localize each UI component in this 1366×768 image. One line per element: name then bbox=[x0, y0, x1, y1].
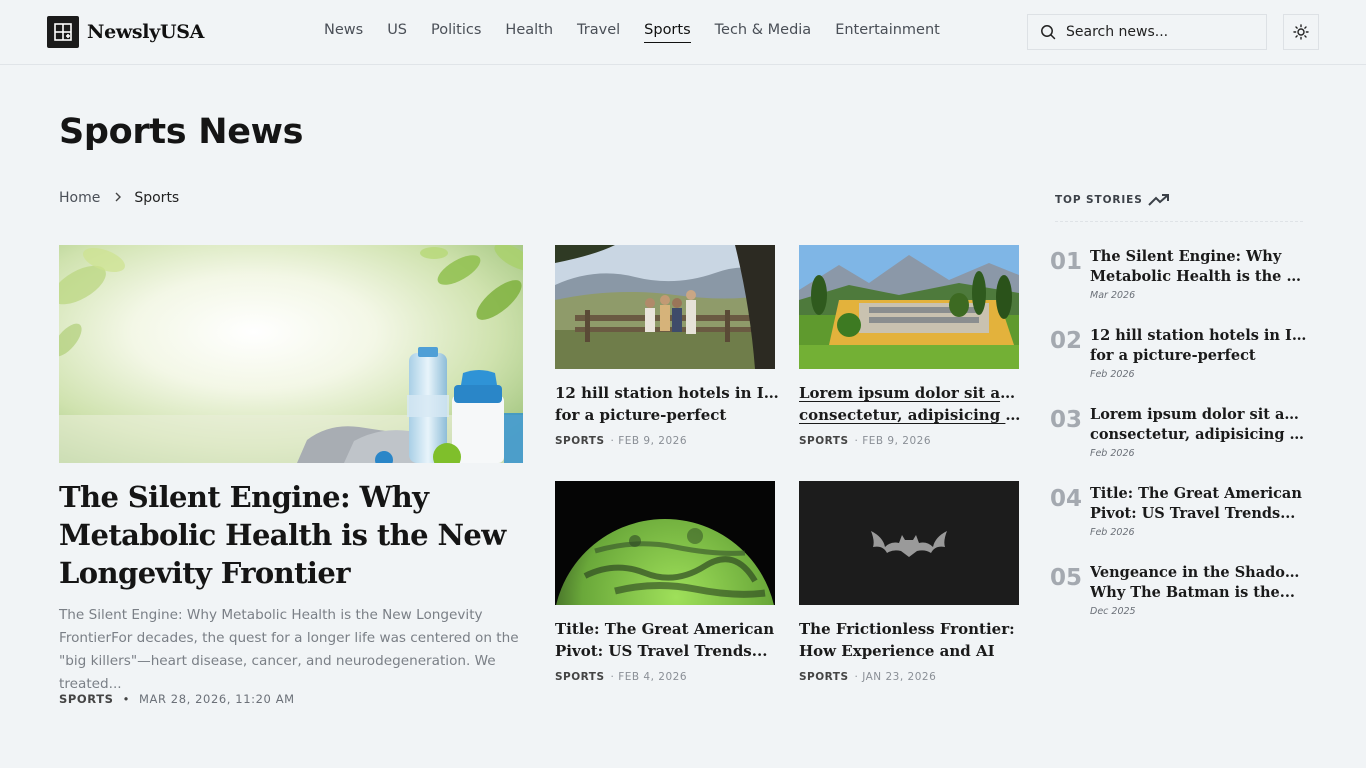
nav-item-entertainment[interactable]: Entertainment bbox=[835, 22, 940, 43]
theme-toggle-button[interactable] bbox=[1283, 14, 1319, 50]
article-card-date: · JAN 23, 2026 bbox=[854, 671, 937, 683]
article-card-image[interactable] bbox=[555, 245, 775, 369]
featured-article-image[interactable] bbox=[59, 245, 523, 463]
article-card-date: · FEB 9, 2026 bbox=[854, 435, 931, 447]
nav-item-news[interactable]: News bbox=[324, 22, 363, 43]
article-card-meta: SPORTS · FEB 9, 2026 bbox=[799, 435, 931, 447]
top-story-title[interactable]: The Silent Engine: Why Metabolic Health … bbox=[1090, 247, 1310, 287]
top-story-title[interactable]: Title: The Great American Pivot: US Trav… bbox=[1090, 484, 1310, 524]
featured-article-excerpt: The Silent Engine: Why Metabolic Health … bbox=[59, 607, 519, 692]
nav-item-travel[interactable]: Travel bbox=[577, 22, 620, 43]
breadcrumb-current: Sports bbox=[134, 190, 180, 206]
search-box[interactable] bbox=[1027, 14, 1267, 50]
top-stories-divider bbox=[1055, 221, 1303, 222]
article-card-image[interactable] bbox=[799, 245, 1019, 369]
article-card-category[interactable]: SPORTS bbox=[799, 435, 849, 447]
featured-article-title[interactable]: The Silent Engine: Why Metabolic Health … bbox=[59, 478, 529, 592]
article-card-date: · FEB 9, 2026 bbox=[610, 435, 687, 447]
article-card-title[interactable]: Lorem ipsum dolor sit amet consectetur, … bbox=[799, 382, 1023, 426]
top-story-date: Mar 2026 bbox=[1090, 290, 1136, 301]
nav-item-sports[interactable]: Sports bbox=[644, 22, 691, 43]
top-story-title[interactable]: Vengeance in the Shadows: Why The Batman… bbox=[1090, 563, 1310, 603]
page-title: Sports News bbox=[59, 112, 304, 152]
article-card-meta: SPORTS · JAN 23, 2026 bbox=[799, 671, 936, 683]
nav-item-politics[interactable]: Politics bbox=[431, 22, 481, 43]
top-story-title[interactable]: 12 hill station hotels in India for a pi… bbox=[1090, 326, 1310, 366]
top-story-number: 03 bbox=[1050, 407, 1083, 433]
article-card-meta: SPORTS · FEB 9, 2026 bbox=[555, 435, 687, 447]
main-nav: News US Politics Health Travel Sports Te… bbox=[324, 22, 964, 43]
nav-item-tech-media[interactable]: Tech & Media bbox=[715, 22, 812, 43]
meta-separator: • bbox=[122, 692, 130, 706]
article-card-title[interactable]: The Frictionless Frontier: How Experienc… bbox=[799, 618, 1023, 662]
nav-item-health[interactable]: Health bbox=[505, 22, 553, 43]
breadcrumb-home[interactable]: Home bbox=[59, 190, 100, 206]
featured-article-date: MAR 28, 2026, 11:20 AM bbox=[138, 692, 295, 706]
top-story-number: 02 bbox=[1050, 328, 1083, 354]
chevron-right-icon bbox=[114, 190, 122, 206]
top-story-number: 04 bbox=[1050, 486, 1083, 512]
trending-up-icon bbox=[1148, 194, 1169, 206]
featured-article-category[interactable]: SPORTS bbox=[59, 692, 114, 706]
article-card-meta: SPORTS · FEB 4, 2026 bbox=[555, 671, 687, 683]
top-story-date: Feb 2026 bbox=[1090, 448, 1135, 459]
top-story-title[interactable]: Lorem ipsum dolor sit amet consectetur, … bbox=[1090, 405, 1310, 445]
top-story-date: Dec 2025 bbox=[1090, 606, 1136, 617]
site-logo[interactable]: NewslyUSA bbox=[47, 16, 204, 48]
brand-name: NewslyUSA bbox=[87, 21, 205, 43]
top-stories-heading: TOP STORIES bbox=[1055, 193, 1170, 207]
article-card-date: · FEB 4, 2026 bbox=[610, 671, 687, 683]
article-card-category[interactable]: SPORTS bbox=[799, 671, 849, 683]
search-icon bbox=[1041, 25, 1056, 40]
top-story-date: Feb 2026 bbox=[1090, 527, 1135, 538]
sun-icon bbox=[1293, 24, 1309, 40]
top-story-number: 01 bbox=[1050, 249, 1083, 275]
article-card-image[interactable] bbox=[555, 481, 775, 605]
article-card-image[interactable] bbox=[799, 481, 1019, 605]
nav-item-us[interactable]: US bbox=[387, 22, 407, 43]
top-story-date: Feb 2026 bbox=[1090, 369, 1135, 380]
article-card-category[interactable]: SPORTS bbox=[555, 435, 605, 447]
site-header: NewslyUSA News US Politics Health Travel… bbox=[0, 0, 1366, 65]
featured-article-meta: SPORTS • MAR 28, 2026, 11:20 AM bbox=[59, 692, 295, 706]
breadcrumb: Home Sports bbox=[59, 190, 179, 206]
article-card-title[interactable]: 12 hill station hotels in India for a pi… bbox=[555, 382, 779, 426]
article-card-category[interactable]: SPORTS bbox=[555, 671, 605, 683]
article-card-title[interactable]: Title: The Great American Pivot: US Trav… bbox=[555, 618, 779, 662]
top-story-number: 05 bbox=[1050, 565, 1083, 591]
search-input[interactable] bbox=[1066, 24, 1246, 40]
logo-mark-icon bbox=[47, 16, 79, 48]
